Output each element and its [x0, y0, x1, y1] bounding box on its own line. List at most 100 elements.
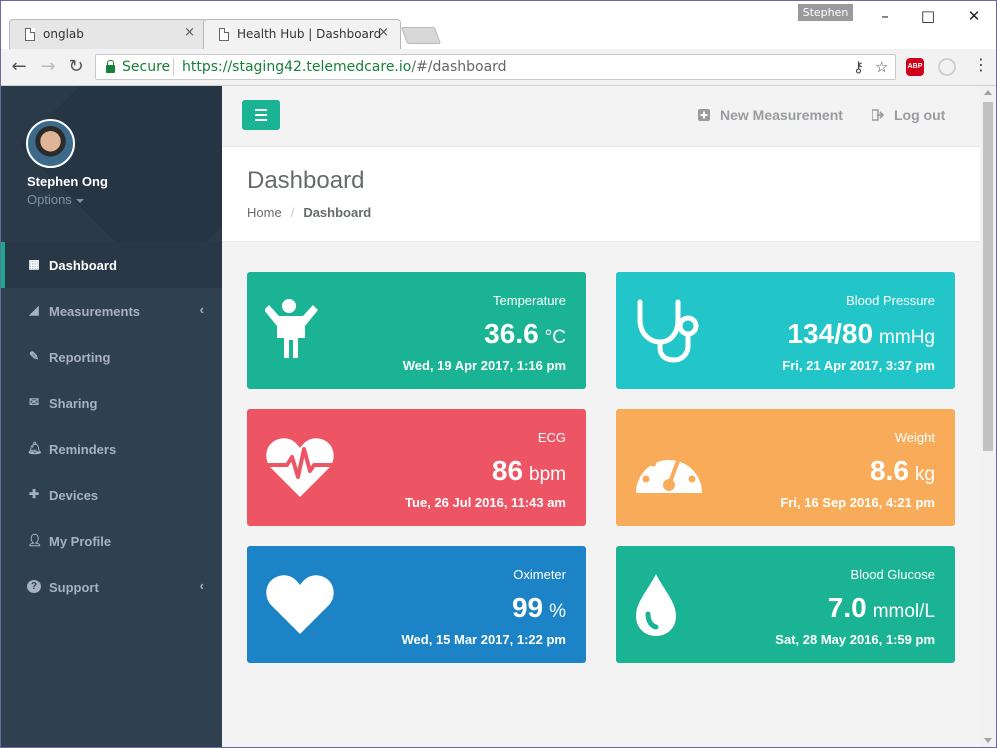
back-button[interactable]: ←: [8, 56, 30, 78]
new-measurement-label: New Measurement: [720, 107, 843, 123]
maximize-button[interactable]: □: [905, 4, 951, 28]
page-heading: Dashboard Home / Dashboard: [222, 147, 980, 242]
card-date: Tue, 26 Jul 2016, 11:43 am: [405, 495, 566, 510]
sidebar-item-label: Support: [49, 580, 99, 595]
card-date: Sat, 28 May 2016, 1:59 pm: [775, 632, 935, 647]
lock-icon: [106, 60, 115, 73]
card-number: 86: [491, 455, 524, 486]
profile-header: Stephen Ong Options: [1, 86, 222, 242]
card-oximeter[interactable]: Oximeter 99% Wed, 15 Mar 2017, 1:22 pm: [247, 546, 586, 663]
key-icon[interactable]: ⚷: [853, 58, 864, 76]
sidebar-item-label: Reporting: [49, 350, 111, 365]
card-number: 36.6: [484, 318, 539, 349]
browser-titlebar: onglab × Health Hub | Dashboard × Stephe…: [1, 1, 996, 49]
card-label: Oximeter: [513, 567, 566, 582]
secure-label: Secure: [122, 59, 171, 75]
avatar[interactable]: [26, 119, 75, 168]
card-value: 86 bpm: [492, 455, 566, 487]
forward-button[interactable]: →: [37, 56, 59, 78]
heartbeat-icon: [266, 438, 334, 497]
close-tab-icon[interactable]: ×: [378, 25, 389, 40]
card-value: 8.6 kg: [870, 455, 935, 487]
minimize-button[interactable]: –: [862, 4, 908, 28]
browser-menu-icon[interactable]: ⋮: [973, 55, 989, 74]
card-date: Fri, 21 Apr 2017, 3:37 pm: [782, 358, 935, 373]
sidebar-item-my-profile[interactable]: 👤︎ My Profile: [1, 518, 222, 564]
chevron-left-icon: ‹: [199, 578, 204, 593]
area-chart-icon: ◢: [29, 303, 39, 317]
edit-icon: ✎: [28, 349, 40, 363]
card-unit: mmol/L: [872, 601, 935, 622]
options-label: Options: [27, 192, 72, 207]
reload-button[interactable]: ↻: [65, 56, 87, 78]
card-number: 134/80: [787, 318, 874, 349]
sidebar-item-dashboard[interactable]: ▦ Dashboard: [1, 242, 222, 288]
scroll-down-arrow-icon[interactable]: [984, 738, 992, 743]
sidebar-item-measurements[interactable]: ◢ Measurements ‹: [1, 288, 222, 334]
tab-onglab[interactable]: onglab ×: [9, 19, 207, 49]
card-date: Fri, 16 Sep 2016, 4:21 pm: [780, 495, 935, 510]
sidebar-item-support[interactable]: ? Support ‹: [1, 564, 222, 610]
new-tab-button[interactable]: [400, 27, 442, 44]
card-blood-glucose[interactable]: Blood Glucose 7.0 mmol/L Sat, 28 May 2016…: [616, 546, 955, 663]
bookmark-star-icon[interactable]: ☆: [875, 58, 888, 76]
main-content: New Measurement Log out Dashboard Home / D…: [222, 86, 980, 747]
sidebar-item-label: Sharing: [49, 396, 98, 411]
sidebar-item-reporting[interactable]: ✎ Reporting: [1, 334, 222, 380]
sidebar-item-devices[interactable]: ✚ Devices: [1, 472, 222, 518]
address-bar[interactable]: Secure https://staging42.telemedcare.io/…: [95, 54, 896, 80]
medkit-icon: ✚: [28, 487, 40, 501]
browser-window: onglab × Health Hub | Dashboard × Stephe…: [0, 0, 997, 748]
tab-health-hub-dashboard[interactable]: Health Hub | Dashboard ×: [203, 19, 401, 49]
card-blood-pressure[interactable]: Blood Pressure 134/80 mmHg Fri, 21 Apr 20…: [616, 272, 955, 389]
adblock-plus-icon[interactable]: ABP: [906, 58, 924, 76]
divider: [173, 58, 174, 76]
extension-icon[interactable]: [938, 58, 956, 76]
heart-icon: [266, 575, 334, 634]
card-weight[interactable]: Weight 8.6 kg Fri, 16 Sep 2016, 4:21 pm: [616, 409, 955, 526]
breadcrumb-home[interactable]: Home: [247, 205, 282, 220]
close-window-button[interactable]: ✕: [951, 4, 996, 28]
menu-toggle-button[interactable]: [242, 100, 280, 130]
card-ecg[interactable]: ECG 86 bpm Tue, 26 Jul 2016, 11:43 am: [247, 409, 586, 526]
question-circle-icon: ?: [27, 580, 41, 593]
sidebar-item-reminders[interactable]: 🔔︎ Reminders: [1, 426, 222, 472]
top-navbar: New Measurement Log out: [222, 86, 980, 147]
profile-badge[interactable]: Stephen: [798, 4, 853, 21]
scroll-thumb[interactable]: [983, 102, 993, 451]
card-number: 99: [511, 592, 544, 623]
envelope-icon: ✉: [28, 395, 40, 409]
logout-label: Log out: [894, 107, 946, 123]
plus-square-icon: [698, 109, 710, 121]
sidebar-item-sharing[interactable]: ✉ Sharing: [1, 380, 222, 426]
child-icon: [265, 299, 318, 358]
sidebar-item-label: Dashboard: [49, 258, 117, 273]
page-scrollbar[interactable]: [980, 86, 996, 747]
logout-link[interactable]: Log out: [872, 107, 945, 123]
th-large-icon: ▦: [28, 257, 40, 271]
bars-icon: [255, 109, 267, 111]
tint-drop-icon: [636, 574, 676, 636]
card-temperature[interactable]: Temperature 36.6 °C Wed, 19 Apr 2017, 1:1…: [247, 272, 586, 389]
card-value: 36.6 °C: [484, 318, 566, 350]
tab-title: Health Hub | Dashboard: [237, 27, 382, 41]
sign-out-icon: [872, 109, 884, 121]
breadcrumb-current: Dashboard: [303, 205, 372, 220]
sidebar-item-label: Measurements: [49, 304, 141, 319]
card-unit: °C: [544, 327, 566, 348]
close-tab-icon[interactable]: ×: [184, 25, 195, 40]
url-host: https://staging42.telemedcare.io: [182, 59, 412, 75]
sidebar-item-label: My Profile: [49, 534, 112, 549]
breadcrumb: Home / Dashboard: [247, 205, 371, 220]
card-unit: bpm: [529, 464, 566, 485]
dashboard-gauge-icon: [636, 452, 702, 493]
url-text[interactable]: https://staging42.telemedcare.io/#/dashb…: [182, 59, 507, 75]
profile-name: Stephen Ong: [27, 174, 108, 189]
document-icon: [25, 28, 35, 41]
scroll-up-arrow-icon[interactable]: [984, 90, 992, 95]
profile-options-dropdown[interactable]: Options: [27, 192, 84, 207]
new-measurement-link[interactable]: New Measurement: [698, 107, 843, 123]
tab-title: onglab: [43, 27, 84, 41]
card-unit: mmHg: [879, 327, 935, 348]
page-title: Dashboard: [247, 167, 365, 194]
